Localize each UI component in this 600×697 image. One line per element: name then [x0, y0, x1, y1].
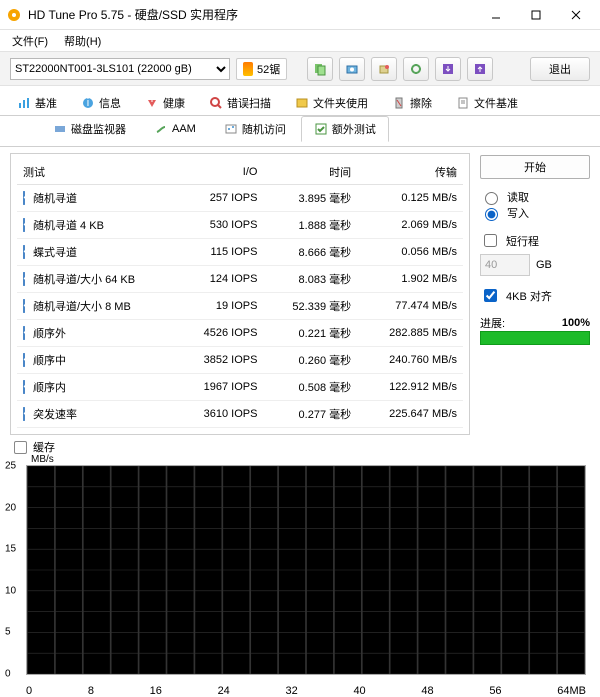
save-button[interactable]	[435, 57, 461, 81]
col-transfer[interactable]: 传输	[357, 160, 463, 185]
row-checkbox[interactable]	[23, 407, 25, 421]
table-row[interactable]: 随机寻道257 IOPS3.895 毫秒0.125 MB/s	[17, 185, 463, 212]
align-4kb-checkbox[interactable]	[484, 289, 497, 302]
table-row[interactable]: 顺序中3852 IOPS0.260 毫秒240.760 MB/s	[17, 347, 463, 374]
align-4kb-label: 4KB 对齐	[506, 288, 552, 304]
temperature-value: 52锯	[257, 61, 280, 77]
app-icon	[6, 7, 22, 23]
progress-bar	[480, 331, 590, 345]
title-bar: HD Tune Pro 5.75 - 硬盘/SSD 实用程序	[0, 0, 600, 30]
table-row[interactable]: 突发速率3610 IOPS0.277 毫秒225.647 MB/s	[17, 401, 463, 428]
col-test[interactable]: 测试	[17, 160, 176, 185]
copy-info-button[interactable]	[307, 57, 333, 81]
start-button[interactable]: 开始	[480, 155, 590, 179]
row-checkbox[interactable]	[23, 191, 25, 205]
chart-y-tick: 0	[5, 669, 11, 680]
tab-1[interactable]: i信息	[70, 90, 132, 115]
window-title: HD Tune Pro 5.75 - 硬盘/SSD 实用程序	[28, 6, 478, 23]
exit-button[interactable]: 退出	[530, 57, 590, 81]
col-time[interactable]: 时间	[263, 160, 357, 185]
progress-label: 进展:	[480, 315, 505, 331]
chart-y-tick: 5	[5, 627, 11, 638]
chart-x-tick: 32	[286, 685, 298, 697]
short-stroke-checkbox[interactable]	[484, 234, 497, 247]
results-table: 测试 I/O 时间 传输 随机寻道257 IOPS3.895 毫秒0.125 M…	[10, 153, 470, 435]
row-checkbox[interactable]	[23, 272, 25, 286]
chart-x-tick: 8	[88, 685, 94, 697]
chart-y-unit: MB/s	[31, 454, 54, 465]
save-screenshot-button[interactable]	[371, 57, 397, 81]
tab-2[interactable]: 健康	[134, 90, 196, 115]
table-row[interactable]: 随机寻道 4 KB530 IOPS1.888 毫秒2.069 MB/s	[17, 212, 463, 239]
tab-3[interactable]: 错误扫描	[198, 90, 282, 115]
table-row[interactable]: 随机寻道/大小 64 KB124 IOPS8.083 毫秒1.902 MB/s	[17, 266, 463, 293]
col-io[interactable]: I/O	[176, 160, 263, 185]
chart-x-tick: 24	[218, 685, 230, 697]
write-radio[interactable]	[485, 208, 498, 221]
thermometer-icon	[243, 62, 253, 76]
menu-bar: 文件(F) 帮助(H)	[0, 30, 600, 52]
load-button[interactable]	[467, 57, 493, 81]
subtab-strip: 磁盘监视器AAM随机访问额外测试	[0, 116, 600, 147]
subtab-1[interactable]: AAM	[141, 116, 209, 142]
tab-4[interactable]: 文件夹使用	[284, 90, 379, 115]
toolbar: ST22000NT001-3LS101 (22000 gB) 52锯 退出	[0, 52, 600, 86]
tab-5[interactable]: 擦除	[381, 90, 443, 115]
copy-screenshot-button[interactable]	[339, 57, 365, 81]
chart-x-tick: 0	[26, 685, 32, 697]
cache-checkbox[interactable]	[14, 441, 27, 454]
maximize-button[interactable]	[518, 3, 554, 27]
row-checkbox[interactable]	[23, 245, 25, 259]
read-radio[interactable]	[485, 192, 498, 205]
tab-0[interactable]: 基准	[6, 90, 68, 115]
progress-value: 100%	[562, 317, 590, 329]
side-panel: 开始 读取 写入 短行程 GB 4KB 对齐 进展: 100%	[480, 153, 590, 435]
read-label: 读取	[507, 189, 529, 205]
temperature-indicator: 52锯	[236, 58, 287, 80]
row-checkbox[interactable]	[23, 353, 25, 367]
drive-select[interactable]: ST22000NT001-3LS101 (22000 gB)	[10, 58, 230, 80]
row-checkbox[interactable]	[23, 326, 25, 340]
table-row[interactable]: 蝶式寻道115 IOPS8.666 毫秒0.056 MB/s	[17, 239, 463, 266]
tab-6[interactable]: 文件基准	[445, 90, 529, 115]
close-button[interactable]	[558, 3, 594, 27]
minimize-button[interactable]	[478, 3, 514, 27]
chart-x-tick: 40	[353, 685, 365, 697]
chart-x-tick: 64MB	[557, 685, 586, 697]
table-row[interactable]: 随机寻道/大小 8 MB19 IOPS52.339 毫秒77.474 MB/s	[17, 293, 463, 320]
chart-x-tick: 56	[489, 685, 501, 697]
write-label: 写入	[507, 205, 529, 221]
chart-y-tick: 15	[5, 544, 16, 555]
options-button[interactable]	[403, 57, 429, 81]
tab-strip: 基准i信息健康错误扫描文件夹使用擦除文件基准	[0, 86, 600, 116]
row-checkbox[interactable]	[23, 380, 25, 394]
subtab-0[interactable]: 磁盘监视器	[40, 116, 139, 142]
menu-file[interactable]: 文件(F)	[6, 31, 54, 51]
svg-text:i: i	[87, 97, 89, 109]
chart-x-tick: 48	[421, 685, 433, 697]
subtab-3[interactable]: 额外测试	[301, 116, 389, 142]
short-stroke-label: 短行程	[506, 233, 539, 249]
chart-y-tick: 25	[5, 461, 16, 472]
subtab-2[interactable]: 随机访问	[211, 116, 299, 142]
chart-x-tick: 16	[150, 685, 162, 697]
chart-y-tick: 20	[5, 502, 16, 513]
chart-x-axis: 0 8 16 24 32 40 48 56 64MB	[26, 685, 586, 697]
menu-help[interactable]: 帮助(H)	[58, 31, 107, 51]
short-stroke-value	[480, 254, 530, 276]
chart-area: MB/s 0510152025	[26, 465, 586, 675]
table-row[interactable]: 顺序外4526 IOPS0.221 毫秒282.885 MB/s	[17, 320, 463, 347]
chart-y-tick: 10	[5, 585, 16, 596]
short-stroke-unit: GB	[536, 259, 552, 271]
cache-label: 缓存	[33, 439, 55, 455]
row-checkbox[interactable]	[23, 299, 25, 313]
row-checkbox[interactable]	[23, 218, 25, 232]
table-row[interactable]: 顺序内1967 IOPS0.508 毫秒122.912 MB/s	[17, 374, 463, 401]
